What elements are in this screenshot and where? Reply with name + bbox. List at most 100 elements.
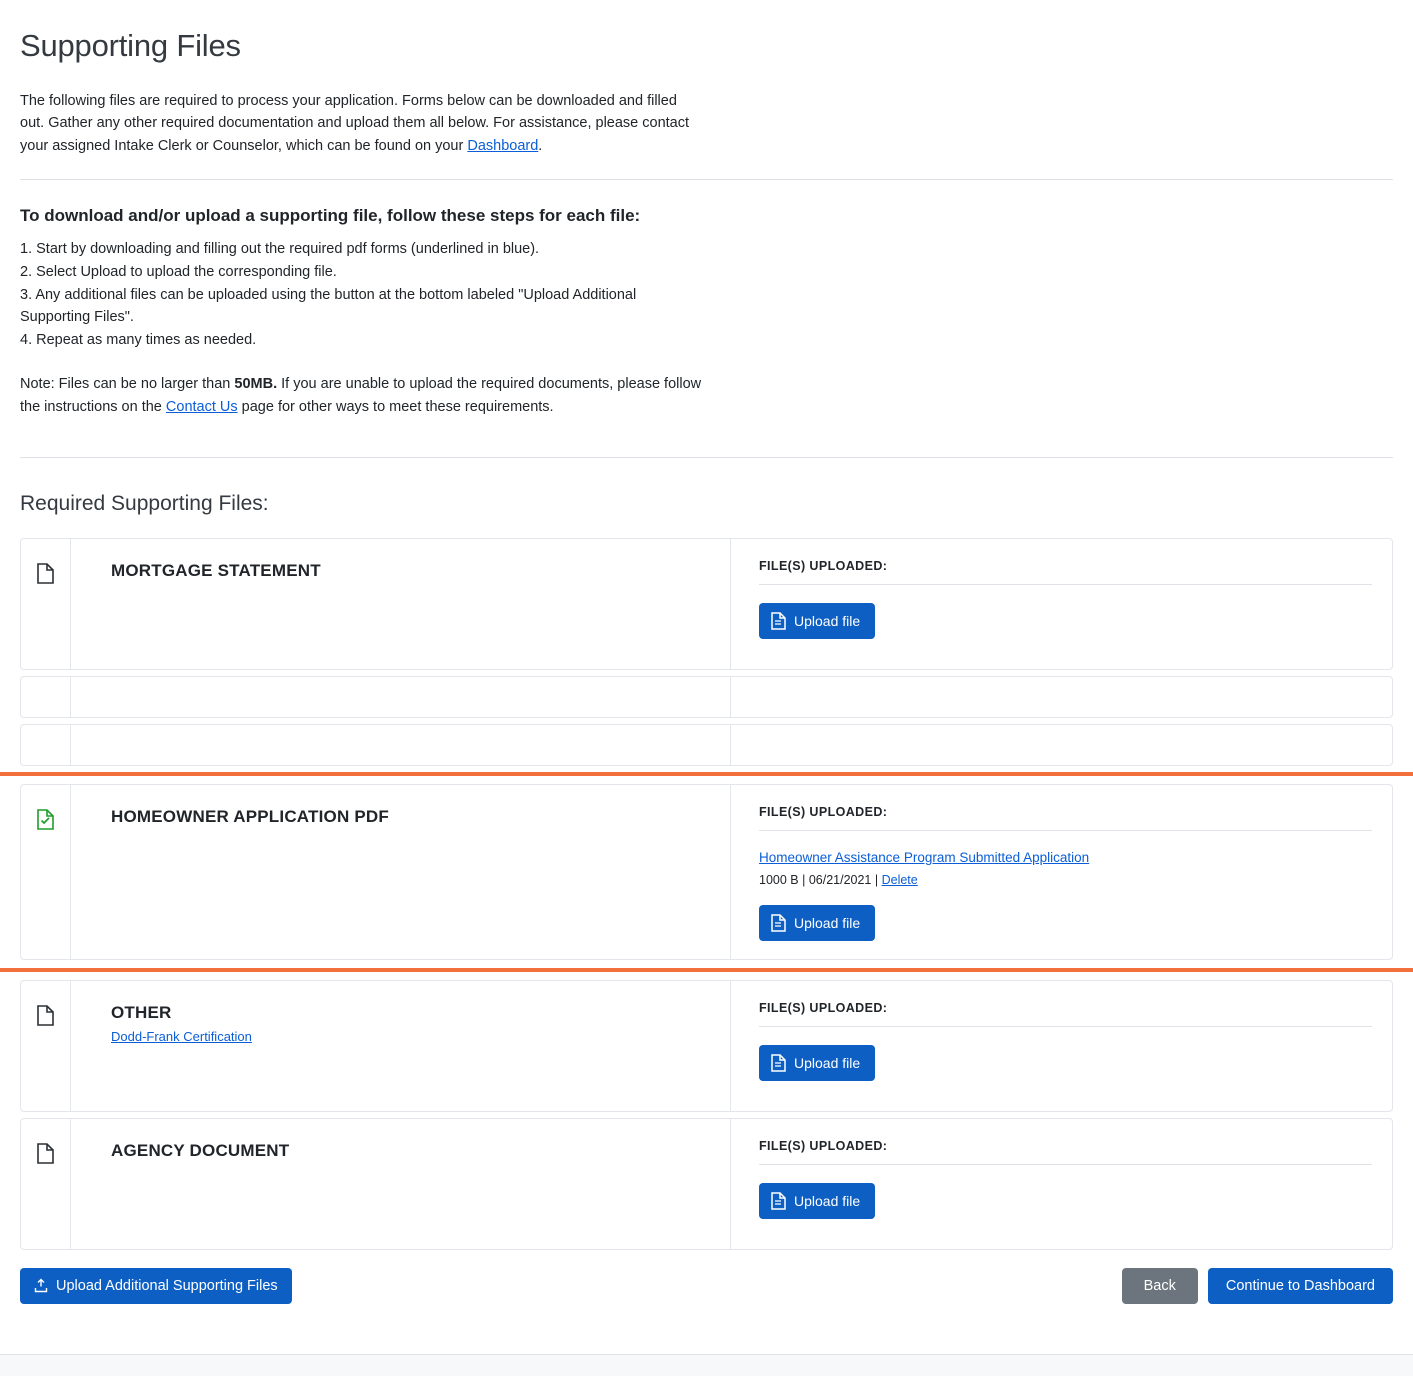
steps-list: 1. Start by downloading and filling out … (20, 238, 710, 351)
card-title-cell: OTHER Dodd-Frank Certification (71, 980, 731, 1111)
note-text-before: Note: Files can be no larger than (20, 376, 235, 393)
card-status-icon-cell (21, 724, 71, 765)
dodd-frank-certification-link[interactable]: Dodd-Frank Certification (111, 1029, 252, 1044)
contact-us-link[interactable]: Contact Us (166, 399, 238, 415)
card-status-icon-cell (21, 676, 71, 717)
upload-arrow-icon (34, 1278, 48, 1293)
file-card-blank-2 (20, 723, 1393, 766)
card-upload-cell: FILE(S) UPLOADED: Upload file (731, 981, 1392, 1111)
files-uploaded-label: FILE(S) UPLOADED: (759, 558, 888, 573)
file-card-wrapper (20, 723, 1393, 766)
card-title-cell: HOMEOWNER APPLICATION PDF (71, 784, 731, 959)
steps-heading: To download and/or upload a supporting f… (20, 206, 641, 226)
document-check-icon (37, 808, 54, 830)
document-type-title: HOMEOWNER APPLICATION PDF (111, 806, 389, 826)
files-uploaded-label: FILE(S) UPLOADED: (759, 1138, 888, 1153)
card-status-icon-cell (21, 538, 71, 669)
step-item-2: 2. Select Upload to upload the correspon… (20, 264, 337, 281)
upload-file-label: Upload file (794, 1054, 861, 1071)
file-card-agency-document: AGENCY DOCUMENT FILE(S) UPLOADED: Upload… (20, 1117, 1393, 1250)
note-max-size: 50MB. (234, 376, 278, 393)
upload-document-icon (771, 611, 786, 630)
upload-file-button[interactable]: Upload file (759, 1182, 876, 1219)
meta-separator-1: | (798, 872, 809, 887)
delete-file-link[interactable]: Delete (882, 873, 918, 887)
uploaded-divider (759, 583, 1372, 585)
card-body: MORTGAGE STATEMENT FILE(S) UPLOADED: Upl… (71, 538, 1392, 669)
upload-file-button[interactable]: Upload file (759, 602, 876, 639)
document-type-title: OTHER (111, 1002, 172, 1022)
uploaded-divider (759, 829, 1372, 831)
continue-to-dashboard-button[interactable]: Continue to Dashboard (1207, 1267, 1393, 1304)
upload-additional-label: Upload Additional Supporting Files (56, 1277, 278, 1294)
file-card-wrapper: AGENCY DOCUMENT FILE(S) UPLOADED: Upload… (20, 1117, 1393, 1250)
divider-middle (20, 456, 1393, 458)
card-body: AGENCY DOCUMENT FILE(S) UPLOADED: Upload… (71, 1118, 1392, 1249)
upload-document-icon (771, 913, 786, 932)
intro-text-after: . (538, 137, 543, 154)
back-button[interactable]: Back (1121, 1267, 1198, 1304)
card-status-icon-cell (21, 980, 71, 1111)
files-uploaded-label: FILE(S) UPLOADED: (759, 804, 888, 819)
meta-separator-2: | (871, 872, 882, 887)
uploaded-file-date: 06/21/2021 (808, 872, 872, 887)
upload-file-label: Upload file (794, 914, 861, 931)
files-uploaded-label: FILE(S) UPLOADED: (759, 1000, 888, 1015)
card-upload-cell (731, 677, 1392, 717)
uploaded-divider (759, 1163, 1372, 1165)
uploaded-divider (759, 1025, 1372, 1027)
file-cards-list: MORTGAGE STATEMENT FILE(S) UPLOADED: Upl… (0, 537, 1413, 1250)
upload-document-icon (771, 1053, 786, 1072)
card-upload-cell: FILE(S) UPLOADED: Homeowner Assistance P… (731, 785, 1392, 959)
file-card-wrapper (20, 675, 1393, 718)
size-note: Note: Files can be no larger than 50MB. … (20, 373, 710, 418)
card-title-cell (71, 724, 731, 765)
dashboard-link[interactable]: Dashboard (467, 138, 538, 154)
file-card-wrapper-highlighted: HOMEOWNER APPLICATION PDF FILE(S) UPLOAD… (0, 771, 1413, 972)
document-icon (37, 562, 54, 584)
card-body (71, 724, 1392, 765)
upload-file-label: Upload file (794, 1192, 861, 1209)
uploaded-file-meta: 1000 B | 06/21/2021 | Delete (759, 873, 1372, 887)
upload-document-icon (771, 1191, 786, 1210)
upload-file-label: Upload file (794, 612, 861, 629)
upload-file-button[interactable]: Upload file (759, 1044, 876, 1081)
upload-file-button[interactable]: Upload file (759, 904, 876, 941)
page-title: Supporting Files (20, 28, 241, 63)
navigation-buttons: Back Continue to Dashboard (1121, 1267, 1393, 1304)
card-status-icon-cell (21, 1118, 71, 1249)
required-files-heading: Required Supporting Files: (20, 491, 269, 515)
card-body: HOMEOWNER APPLICATION PDF FILE(S) UPLOAD… (71, 784, 1392, 959)
step-item-1: 1. Start by downloading and filling out … (20, 241, 540, 258)
card-upload-cell: FILE(S) UPLOADED: Upload file (731, 1119, 1392, 1249)
document-icon (37, 1004, 54, 1026)
intro-text-before: The following files are required to proc… (20, 93, 690, 154)
supporting-files-page: Supporting Files The following files are… (0, 28, 1413, 1312)
document-icon (37, 1142, 54, 1164)
card-body: OTHER Dodd-Frank Certification FILE(S) U… (71, 980, 1392, 1111)
uploaded-file-link[interactable]: Homeowner Assistance Program Submitted A… (759, 850, 1089, 865)
step-item-3: 3. Any additional files can be uploaded … (20, 286, 637, 326)
card-upload-cell (731, 725, 1392, 765)
card-body (71, 676, 1392, 717)
intro-paragraph: The following files are required to proc… (20, 90, 703, 157)
card-status-icon-cell (21, 784, 71, 959)
file-card-other: OTHER Dodd-Frank Certification FILE(S) U… (20, 979, 1393, 1112)
card-title-cell: AGENCY DOCUMENT (71, 1118, 731, 1249)
file-card-wrapper: MORTGAGE STATEMENT FILE(S) UPLOADED: Upl… (20, 537, 1393, 670)
page-footer-bar (0, 1354, 1413, 1376)
card-title-cell (71, 676, 731, 717)
file-card-wrapper: OTHER Dodd-Frank Certification FILE(S) U… (20, 979, 1393, 1112)
document-type-title: AGENCY DOCUMENT (111, 1140, 290, 1160)
file-card-homeowner-application-pdf: HOMEOWNER APPLICATION PDF FILE(S) UPLOAD… (20, 783, 1393, 960)
card-upload-cell: FILE(S) UPLOADED: Upload file (731, 539, 1392, 669)
step-item-4: 4. Repeat as many times as needed. (20, 331, 257, 348)
file-card-blank-1 (20, 675, 1393, 718)
uploaded-file-entry: Homeowner Assistance Program Submitted A… (759, 849, 1372, 887)
page-actions: Upload Additional Supporting Files Back … (20, 1267, 1393, 1312)
file-card-mortgage-statement: MORTGAGE STATEMENT FILE(S) UPLOADED: Upl… (20, 537, 1393, 670)
upload-additional-supporting-files-button[interactable]: Upload Additional Supporting Files (20, 1267, 292, 1304)
uploaded-file-size: 1000 B (759, 872, 799, 887)
document-type-title: MORTGAGE STATEMENT (111, 560, 321, 580)
note-text-end: page for other ways to meet these requir… (237, 399, 554, 416)
